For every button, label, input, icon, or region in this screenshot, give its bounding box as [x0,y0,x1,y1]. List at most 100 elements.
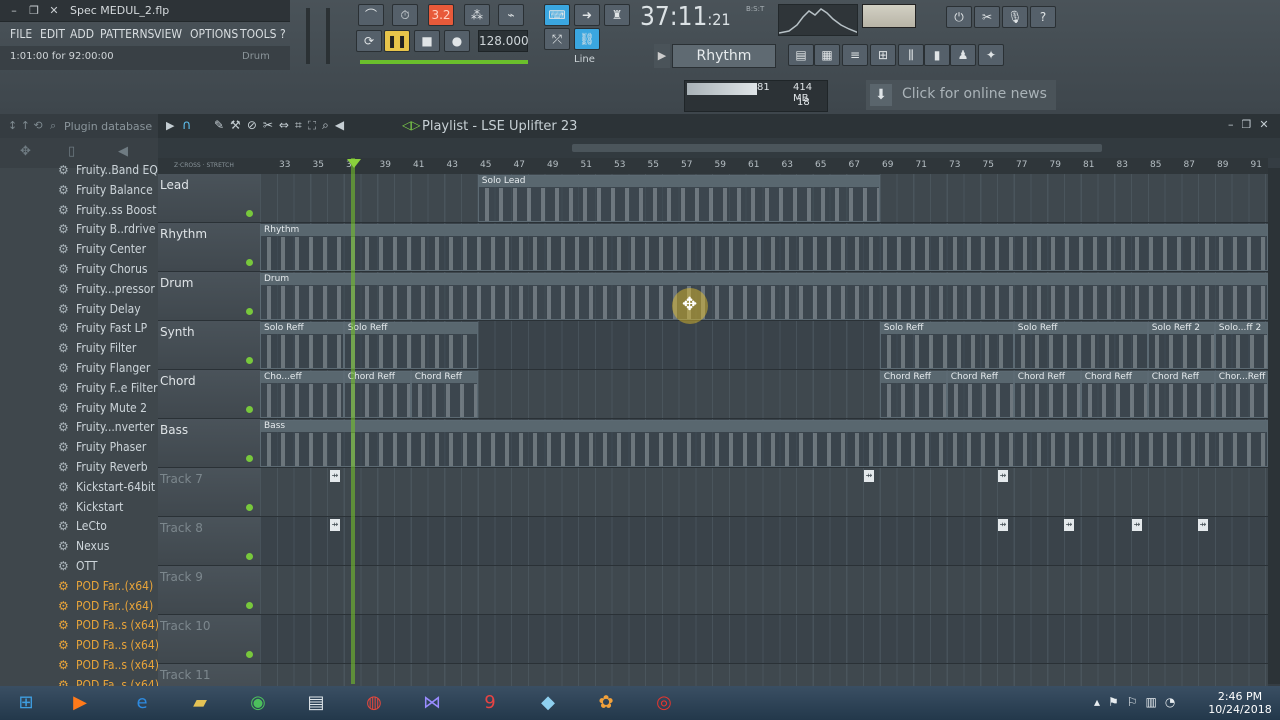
system-tray-icons[interactable]: ▴⚑⚐▥◔ [1094,695,1183,709]
browser-nav-icons[interactable]: ↕ ↑ ⟲ [8,119,43,132]
track-header[interactable]: Synth [158,321,260,370]
typing-keyboard-button[interactable]: ⌨ [544,4,570,26]
track-lane[interactable] [260,566,1268,615]
zoom-controls[interactable]: Z·CROSS · STRETCH [158,158,260,174]
timeline-ruler[interactable]: 3335373941434547495153555759616365676971… [260,158,1268,174]
track-header[interactable]: Rhythm [158,223,260,272]
pattern-clip[interactable]: Bass [260,420,1268,467]
playlist-menu-icon[interactable]: ▶ [166,119,174,132]
menu-help[interactable]: ? [280,27,286,41]
globe-app-icon[interactable]: ◉ [236,688,280,718]
record-app-icon[interactable]: ◎ [642,688,686,718]
piano-roll-icon[interactable]: ▦ [814,44,840,66]
pattern-clip[interactable]: Solo Reff [1013,322,1148,369]
browser-file-icon[interactable]: ▯ [68,144,75,159]
track-mute-led-icon[interactable] [246,651,253,658]
media-player-icon[interactable]: ▶ [58,688,102,718]
automation-clip-icon[interactable]: ⇸ [1198,519,1208,531]
track-mute-led-icon[interactable] [246,602,253,609]
file-explorer-icon[interactable]: ▰ [178,688,222,718]
track-mute-led-icon[interactable] [246,210,253,217]
pattern-clip[interactable]: Solo Reff [879,322,1014,369]
browser-move-icon[interactable]: ✥ [20,144,31,159]
plugin-item[interactable]: ⚙ Fruity Delay [0,300,158,320]
automation-clip-icon[interactable]: ⇸ [1132,519,1142,531]
pattern-clip[interactable]: Solo Lead [477,175,880,222]
paint-app-icon[interactable]: ◆ [526,688,570,718]
pattern-clip[interactable]: Chord Reff [410,371,478,418]
tools-icon[interactable]: ✂ [974,6,1000,28]
automation-clip-icon[interactable]: ⇸ [998,470,1008,482]
playlist-tools[interactable]: ✎⚒⊘✂⇔⌗⛶⌕◀ [214,118,350,133]
track-header[interactable]: Lead [158,174,260,223]
plugin-item[interactable]: ⚙ Fruity F..e Filter [0,379,158,399]
track-mute-led-icon[interactable] [246,504,253,511]
menu-file[interactable]: FILE [10,27,32,41]
track-header[interactable]: Track 10 [158,615,260,664]
plugin-item[interactable]: ⚙ POD Far..(x64) [0,597,158,617]
track-header[interactable]: Track 8 [158,517,260,566]
word-app-icon[interactable]: ▤ [294,688,338,718]
track-mute-led-icon[interactable] [246,455,253,462]
visual-app-icon[interactable]: ⋈ [410,688,454,718]
recording-filter-button[interactable]: ♜ [604,4,630,26]
snap-tool-button[interactable]: ⤱ [544,28,570,50]
track-header[interactable]: Track 7 [158,468,260,517]
plugin-item[interactable]: ⚙ Fruity B..rdrive [0,220,158,240]
blend-notes-button[interactable]: ⌁ [498,4,524,26]
pattern-clip[interactable]: Chor...Reff [1214,371,1268,418]
pattern-clip[interactable]: Solo...ff 2 [1214,322,1268,369]
plugin-item[interactable]: ⚙ Fruity Center [0,240,158,260]
track-lane[interactable]: Bass [260,419,1268,468]
track-header[interactable]: Bass [158,419,260,468]
loop-record-button[interactable]: ⟳ [356,30,382,52]
track-lane[interactable]: Solo Lead [260,174,1268,223]
track-mute-led-icon[interactable] [246,259,253,266]
playlist-scrollbar-v[interactable] [1268,168,1280,684]
plugin-item[interactable]: ⚙ Fruity Flanger [0,359,158,379]
pattern-prev-icon[interactable]: ▶ [654,44,670,68]
track-lane[interactable]: Rhythm [260,223,1268,272]
menu-add[interactable]: ADD [70,27,94,41]
menu-tools[interactable]: TOOLS [240,27,276,41]
online-news-text[interactable]: Click for online news [902,86,1047,102]
pattern-clip[interactable]: Solo Reff [343,322,478,369]
plugin-item[interactable]: ⚙ Fruity Balance [0,181,158,201]
track-mute-led-icon[interactable] [246,308,253,315]
menu-edit[interactable]: EDIT [40,27,65,41]
pattern-clip[interactable]: Chord Reff [1013,371,1081,418]
pattern-clip[interactable]: Solo Reff 2 [1147,322,1215,369]
plugin-item[interactable]: ⚙ OTT [0,557,158,577]
pattern-clip[interactable]: Cho...eff [260,371,344,418]
track-mute-led-icon[interactable] [246,357,253,364]
browser-icon[interactable]: ⫼ [898,44,924,66]
automation-clip-icon[interactable]: ⇸ [864,470,874,482]
tempo-display[interactable]: 128.000 [478,30,529,52]
snap-selector[interactable]: Line [574,54,595,65]
nine-app-icon[interactable]: 9 [468,688,512,718]
cpu-panic-icon[interactable]: ⏻ [946,6,972,28]
stop-button[interactable]: ■ [414,30,440,52]
playlist-scroll-thumb[interactable] [572,144,1102,152]
menu-view[interactable]: VIEW [154,27,182,41]
plugin-item[interactable]: ⚙ Kickstart [0,498,158,518]
menu-patterns[interactable]: PATTERNS [100,27,154,41]
track-lane[interactable] [260,517,1268,566]
plugin-item[interactable]: ⚙ Fruity Mute 2 [0,399,158,419]
plugin-item[interactable]: ⚙ Fruity Chorus [0,260,158,280]
step-forward-button[interactable]: ➜ [574,4,600,26]
plugin-item[interactable]: ⚙ Nexus [0,537,158,557]
link-button[interactable]: ⛓ [574,28,600,50]
plugin-item[interactable]: ⚙ Kickstart-64bit [0,478,158,498]
track-header[interactable]: Chord [158,370,260,419]
pattern-clip[interactable]: Chord Reff [879,371,947,418]
minimize-icon[interactable]: – [6,3,22,18]
playlist-window-buttons[interactable]: –❐✕ [1228,118,1277,131]
restore-icon[interactable]: ❐ [26,3,42,18]
start-button-icon[interactable]: ⊞ [4,688,48,718]
microphone-icon[interactable]: 🎙 [1002,6,1028,28]
plugin-item[interactable]: ⚙ Fruity..ss Boost [0,201,158,221]
track-lane[interactable] [260,468,1268,517]
pattern-clip[interactable]: Solo Reff [260,322,344,369]
plugin-item[interactable]: ⚙ POD Fa..s (x64) [0,636,159,656]
